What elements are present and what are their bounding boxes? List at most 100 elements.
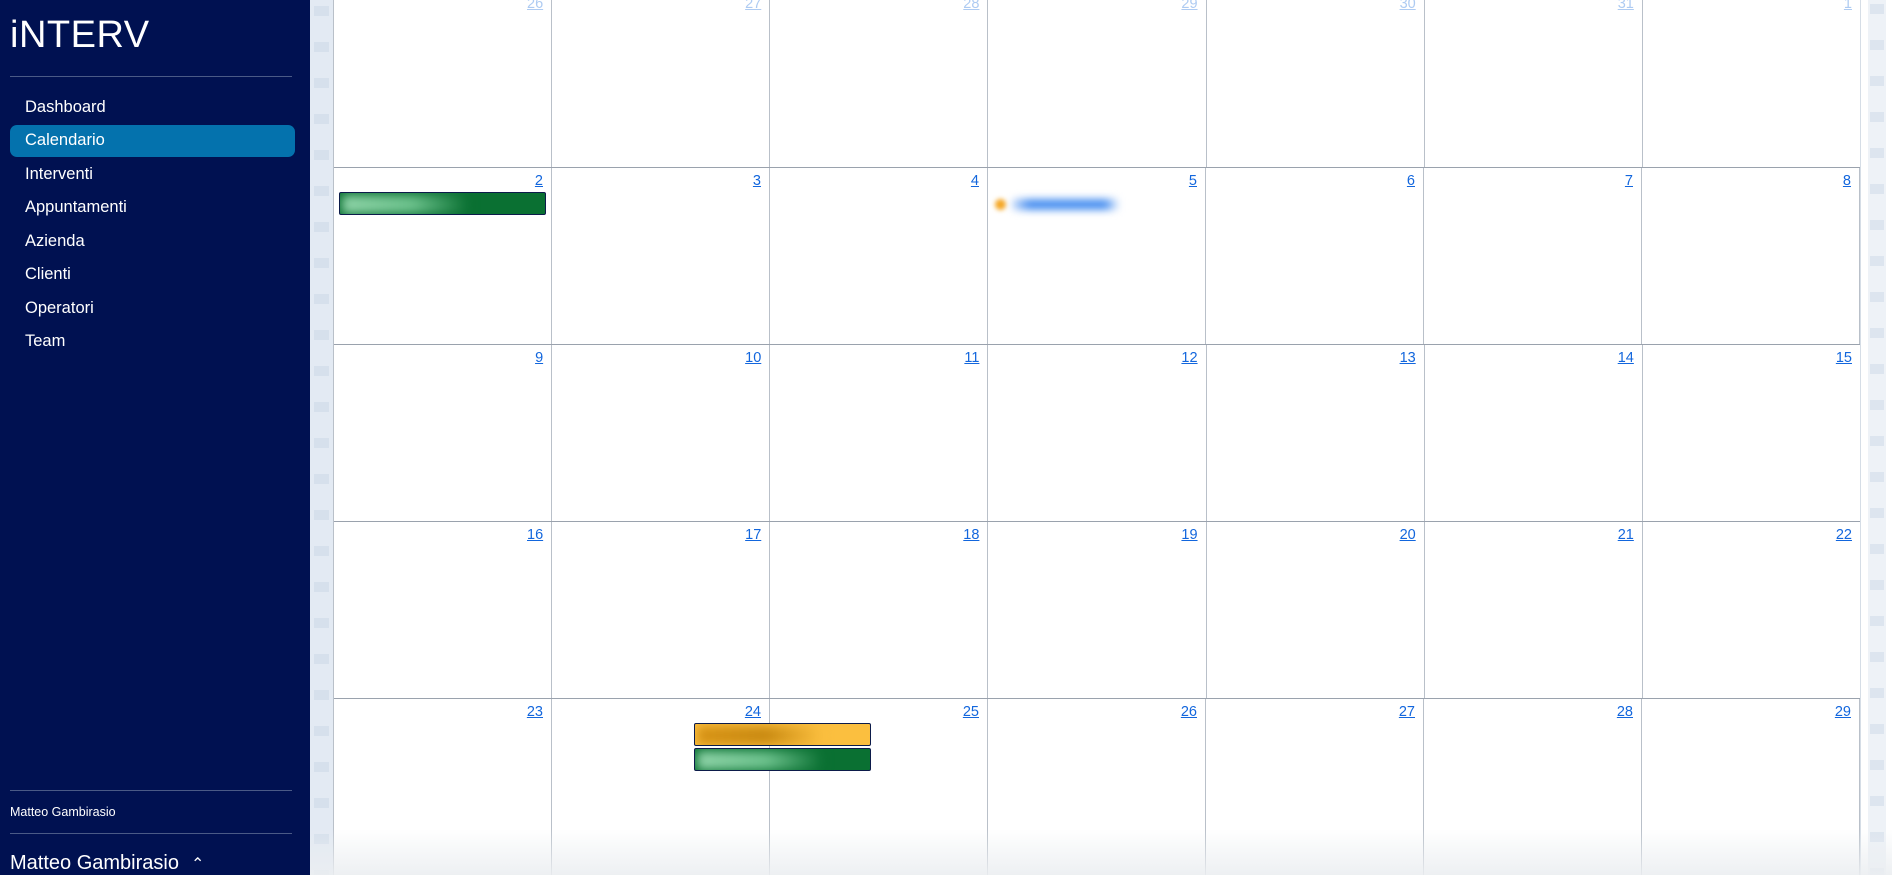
day-cell[interactable]: 29: [988, 0, 1207, 167]
day-number-link[interactable]: 3: [552, 173, 769, 189]
day-number-link[interactable]: 26: [988, 704, 1205, 720]
gutter-dash: [314, 114, 329, 124]
day-cell[interactable]: 12: [988, 345, 1207, 521]
day-number-link[interactable]: 31: [1425, 0, 1642, 12]
sidebar-item-operatori[interactable]: Operatori: [10, 292, 295, 324]
scrollbar-dash: [1870, 652, 1884, 662]
gutter-dash: [314, 870, 329, 875]
scrollbar-dash: [1870, 472, 1884, 482]
day-number-link[interactable]: 5: [988, 173, 1205, 189]
gutter-dash: [314, 762, 329, 772]
day-number-link[interactable]: 11: [770, 350, 987, 366]
day-number-link[interactable]: 21: [1425, 527, 1642, 543]
scrollbar-dash: [1870, 760, 1884, 770]
day-cell[interactable]: 26: [334, 0, 553, 167]
gutter-dash: [314, 330, 329, 340]
day-number-link[interactable]: 29: [988, 0, 1205, 12]
day-cell[interactable]: 21: [1425, 522, 1643, 698]
day-number-link[interactable]: 14: [1425, 350, 1642, 366]
scrollbar-dash: [1870, 796, 1884, 806]
scrollbar-dash: [1870, 724, 1884, 734]
day-cell[interactable]: 23: [334, 699, 552, 875]
day-cell[interactable]: 29: [1642, 699, 1860, 875]
day-cell[interactable]: 30: [1207, 0, 1425, 167]
sidebar: iNTERV Dashboard Calendario Interventi A…: [0, 0, 310, 875]
day-number-link[interactable]: 24: [552, 704, 769, 720]
day-number-link[interactable]: 26: [334, 0, 551, 12]
calendar-event-green[interactable]: [338, 192, 547, 215]
day-cell[interactable]: 1: [1643, 0, 1860, 167]
day-number-link[interactable]: 28: [1424, 704, 1641, 720]
day-number-link[interactable]: 4: [770, 173, 987, 189]
day-cell[interactable]: 6: [1206, 168, 1424, 344]
day-cell[interactable]: 16: [334, 522, 553, 698]
gutter-dash: [314, 42, 329, 52]
day-cell[interactable]: 4: [770, 168, 988, 344]
gutter-dash: [314, 150, 329, 160]
day-number-link[interactable]: 2: [334, 173, 551, 189]
user-menu-button[interactable]: Matteo Gambirasio ⌃: [0, 834, 310, 875]
day-cell[interactable]: 7: [1424, 168, 1642, 344]
left-scroll-gutter[interactable]: [310, 0, 333, 875]
day-number-link[interactable]: 9: [334, 350, 551, 366]
day-number-link[interactable]: 27: [1206, 704, 1423, 720]
scrollbar-dash: [1870, 544, 1884, 554]
vertical-scrollbar[interactable]: [1860, 0, 1892, 875]
day-number-link[interactable]: 22: [1643, 527, 1860, 543]
day-number-link[interactable]: 12: [988, 350, 1205, 366]
day-number-link[interactable]: 1: [1643, 0, 1860, 12]
day-cell[interactable]: 13: [1207, 345, 1425, 521]
day-cell[interactable]: 28: [1424, 699, 1642, 875]
day-cell[interactable]: 27: [1206, 699, 1424, 875]
day-number-link[interactable]: 28: [770, 0, 987, 12]
day-cell[interactable]: 11: [770, 345, 989, 521]
day-number-link[interactable]: 8: [1642, 173, 1859, 189]
day-number-link[interactable]: 13: [1207, 350, 1424, 366]
day-number-link[interactable]: 17: [552, 527, 769, 543]
sidebar-item-calendario[interactable]: Calendario: [10, 124, 295, 157]
day-cell[interactable]: 18: [770, 522, 989, 698]
day-number-link[interactable]: 30: [1207, 0, 1424, 12]
sidebar-item-team[interactable]: Team: [10, 326, 295, 358]
gutter-dash: [314, 6, 329, 16]
sidebar-item-appuntamenti[interactable]: Appuntamenti: [10, 192, 295, 224]
day-number-link[interactable]: 19: [988, 527, 1205, 543]
day-number-link[interactable]: 10: [552, 350, 769, 366]
day-cell[interactable]: 26: [988, 699, 1206, 875]
gutter-dash: [314, 294, 329, 304]
day-cell[interactable]: 15: [1643, 345, 1860, 521]
day-number-link[interactable]: 29: [1642, 704, 1859, 720]
calendar-event-plain[interactable]: [994, 194, 1120, 214]
day-number-link[interactable]: 23: [334, 704, 551, 720]
day-number-link[interactable]: 7: [1424, 173, 1641, 189]
sidebar-item-interventi[interactable]: Interventi: [10, 158, 295, 190]
day-number-link[interactable]: 6: [1206, 173, 1423, 189]
day-cell[interactable]: 3: [552, 168, 770, 344]
scrollbar-dash: [1870, 688, 1884, 698]
sidebar-item-label: Appuntamenti: [25, 198, 127, 216]
day-number-link[interactable]: 15: [1643, 350, 1860, 366]
day-cell[interactable]: 10: [552, 345, 771, 521]
gutter-dash: [314, 510, 329, 520]
day-number-link[interactable]: 25: [770, 704, 987, 720]
day-cell[interactable]: 28: [770, 0, 989, 167]
gutter-dash: [314, 798, 329, 808]
day-cell[interactable]: 8: [1642, 168, 1860, 344]
day-cell[interactable]: 27: [552, 0, 771, 167]
day-cell[interactable]: 19: [988, 522, 1207, 698]
day-number-link[interactable]: 20: [1207, 527, 1424, 543]
sidebar-item-dashboard[interactable]: Dashboard: [10, 91, 295, 123]
calendar-event-green[interactable]: [694, 748, 872, 771]
day-cell[interactable]: 20: [1207, 522, 1425, 698]
sidebar-item-clienti[interactable]: Clienti: [10, 259, 295, 291]
day-cell[interactable]: 17: [552, 522, 771, 698]
day-cell[interactable]: 14: [1425, 345, 1643, 521]
day-cell[interactable]: 31: [1425, 0, 1643, 167]
day-number-link[interactable]: 27: [552, 0, 769, 12]
calendar-event-orange[interactable]: [694, 723, 872, 746]
day-number-link[interactable]: 16: [334, 527, 551, 543]
day-number-link[interactable]: 18: [770, 527, 987, 543]
day-cell[interactable]: 9: [334, 345, 553, 521]
sidebar-item-azienda[interactable]: Azienda: [10, 225, 295, 257]
day-cell[interactable]: 22: [1643, 522, 1860, 698]
